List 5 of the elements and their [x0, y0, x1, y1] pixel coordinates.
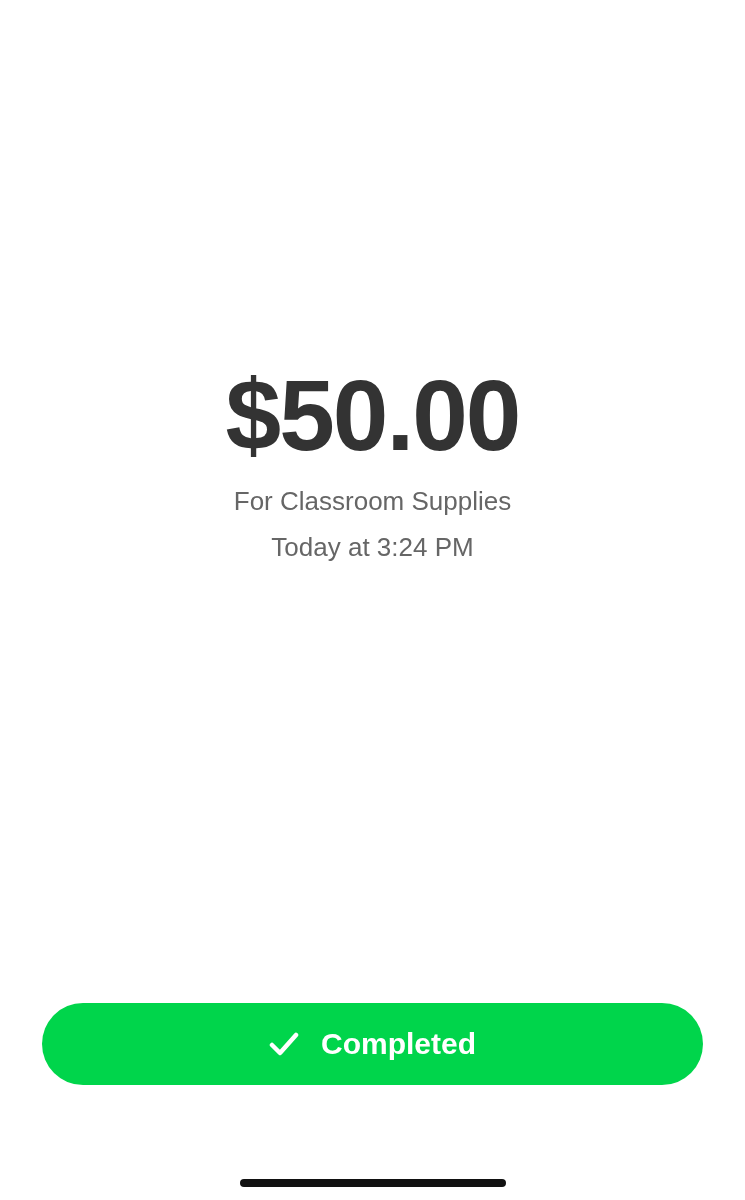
completed-button[interactable]: Completed [42, 1003, 703, 1085]
payment-amount: $50.00 [225, 360, 520, 470]
checkmark-icon [269, 1032, 299, 1056]
payment-time: Today at 3:24 PM [271, 531, 474, 564]
payment-note: For Classroom Supplies [233, 485, 512, 518]
